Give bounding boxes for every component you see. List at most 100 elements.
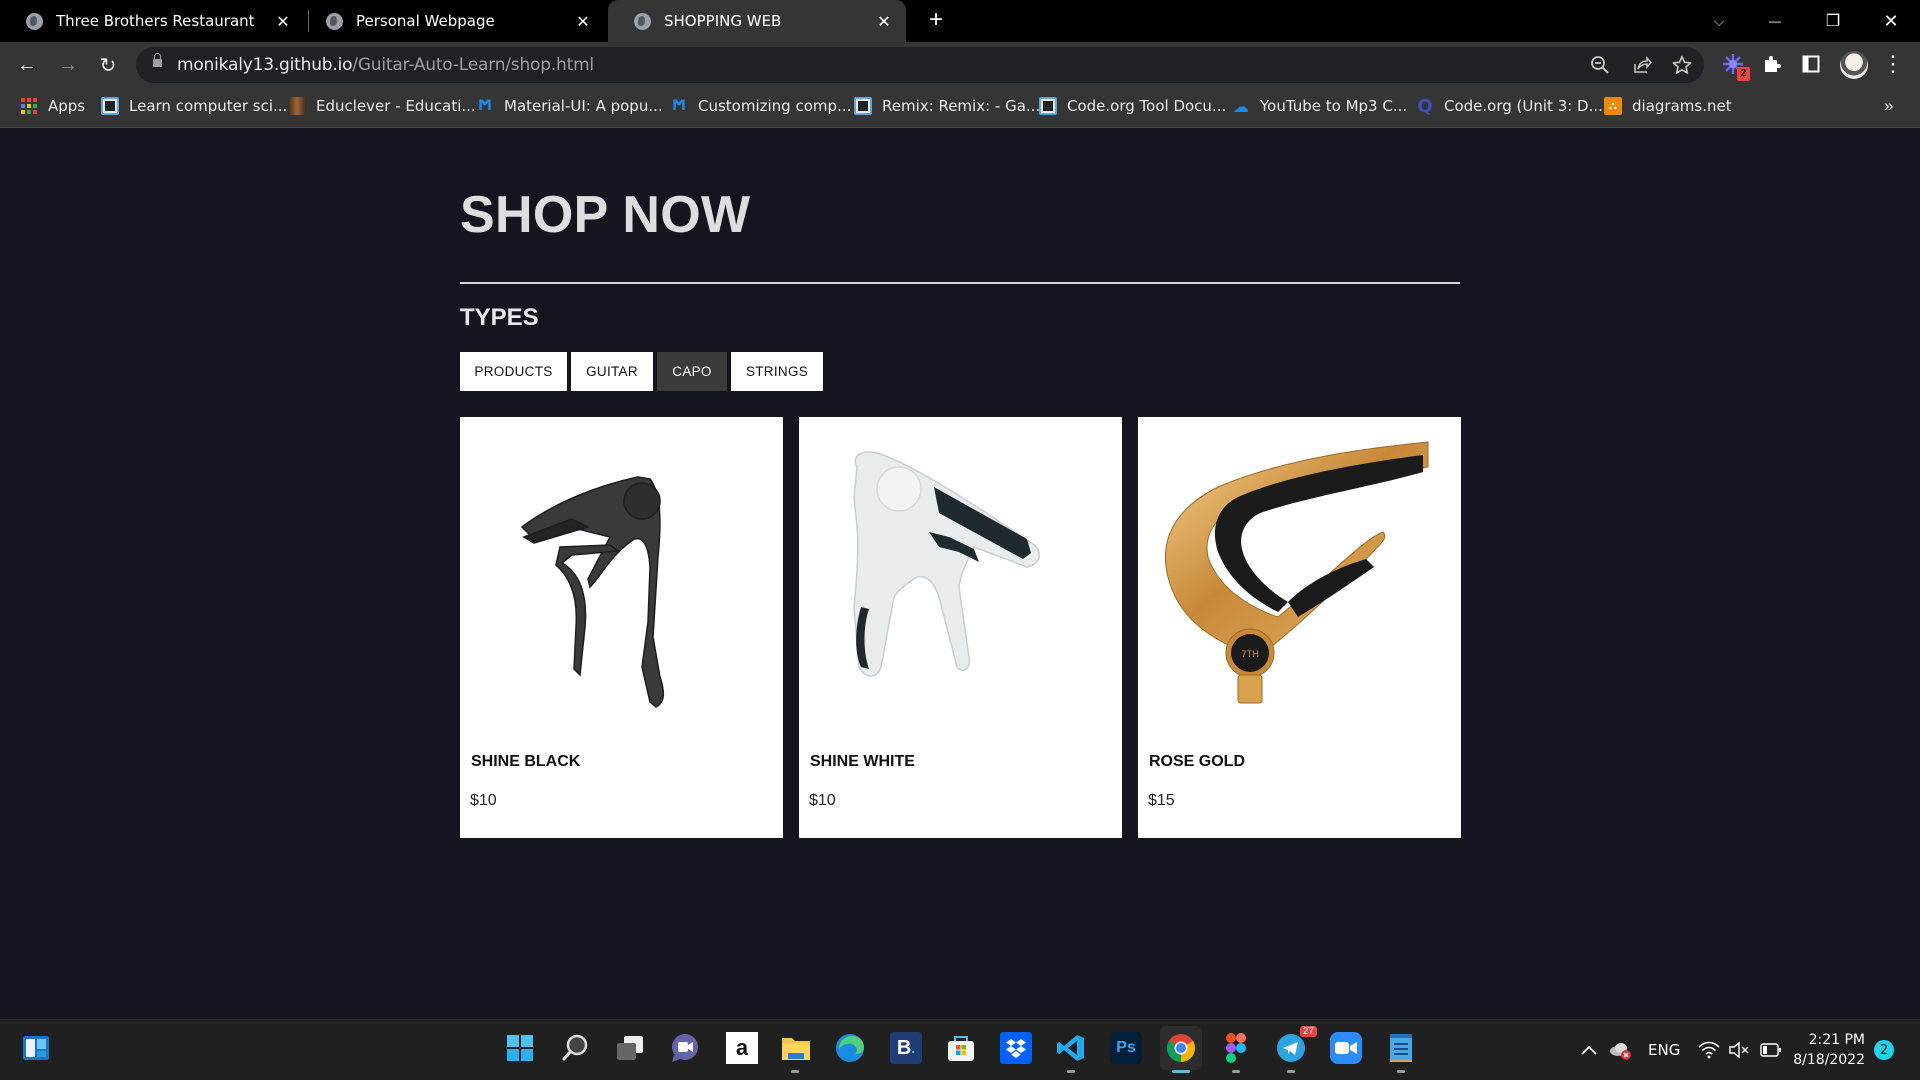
bookmark-label: Code.org Tool Docu... — [1067, 97, 1227, 115]
volume-muted-icon[interactable] — [1728, 1020, 1750, 1080]
tab-strip: Three Brothers Restaurant ✕ Personal Web… — [0, 0, 1920, 42]
tab-title: Three Brothers Restaurant — [56, 12, 255, 30]
bookmark-label: YouTube to Mp3 C... — [1260, 97, 1408, 115]
file-explorer-icon[interactable] — [780, 1032, 812, 1064]
product-price: $10 — [809, 792, 836, 809]
close-tab-icon[interactable]: ✕ — [573, 12, 593, 31]
active-app-indicator — [1172, 1070, 1190, 1073]
lock-icon[interactable] — [153, 53, 162, 67]
restore-button[interactable]: ❐ — [1810, 0, 1856, 42]
close-window-button[interactable]: ✕ — [1868, 0, 1914, 42]
tab-title: SHOPPING WEB — [664, 12, 782, 30]
globe-icon — [26, 12, 43, 30]
black-capo-image — [520, 476, 665, 708]
close-tab-icon[interactable]: ✕ — [273, 12, 293, 31]
bookmark-apps[interactable]: Apps — [20, 88, 85, 124]
url-host: monikaly13.github.io — [177, 55, 353, 75]
back-button[interactable]: ← — [13, 51, 41, 79]
tab-search-chevron-icon[interactable]: ⌵ — [1696, 0, 1742, 42]
tab-three-brothers-restaurant[interactable]: Three Brothers Restaurant ✕ — [0, 0, 305, 42]
extensions-puzzle-icon[interactable] — [1759, 51, 1785, 77]
wifi-icon[interactable] — [1698, 1020, 1720, 1080]
chrome-menu-icon[interactable]: ⋮ — [1880, 51, 1906, 77]
bookmark-learn-computer-science[interactable]: Learn computer sci... — [101, 88, 287, 124]
filter-capo-button[interactable]: CAPO — [657, 352, 727, 391]
start-windows-icon[interactable] — [504, 1032, 536, 1064]
tab-personal-webpage[interactable]: Personal Webpage ✕ — [300, 0, 605, 42]
zoom-app-icon[interactable] — [1330, 1032, 1362, 1064]
clock-time: 2:21 PM — [1808, 1032, 1865, 1048]
edge-icon[interactable] — [834, 1032, 866, 1064]
photoshop-icon[interactable]: Ps — [1110, 1032, 1142, 1064]
teams-chat-icon[interactable] — [669, 1032, 701, 1064]
running-indicator — [1232, 1070, 1240, 1073]
notepad-icon[interactable] — [1385, 1032, 1417, 1064]
onedrive-error-icon[interactable] — [1609, 1020, 1633, 1080]
vscode-icon[interactable] — [1055, 1032, 1087, 1064]
forward-button[interactable]: → — [54, 51, 82, 79]
code-org-icon — [854, 97, 872, 115]
bookmark-youtube-to-mp3[interactable]: ☁ YouTube to Mp3 C... — [1232, 88, 1407, 124]
product-name: ROSE GOLD — [1149, 753, 1246, 770]
bookmark-diagrams-net[interactable]: ⛬ diagrams.net — [1604, 88, 1732, 124]
telegram-icon[interactable]: 27 — [1275, 1026, 1317, 1064]
tab-shopping-web[interactable]: SHOPPING WEB ✕ — [608, 0, 906, 42]
zoom-out-icon[interactable] — [1588, 53, 1612, 77]
educlever-icon — [288, 97, 306, 115]
show-hidden-icons-button[interactable] — [1580, 1020, 1598, 1080]
figma-icon[interactable] — [1220, 1032, 1252, 1064]
task-view-icon[interactable] — [614, 1032, 646, 1064]
bookmark-remix[interactable]: Remix: Remix: - Ga... — [854, 88, 1040, 124]
product-card[interactable]: SHINE BLACK $10 — [460, 417, 783, 838]
bookmark-star-icon[interactable] — [1670, 53, 1694, 77]
bookmark-code-org-tool-docs[interactable]: Code.org Tool Docu... — [1039, 88, 1226, 124]
search-icon[interactable] — [559, 1032, 591, 1064]
battery-icon[interactable] — [1760, 1020, 1782, 1080]
share-icon[interactable] — [1630, 53, 1654, 77]
bookmark-label: Apps — [48, 97, 86, 115]
product-card[interactable]: 7TH ROSE GOLD $15 — [1138, 417, 1461, 838]
mui-icon: Ϻ — [478, 98, 492, 114]
product-price: $10 — [470, 792, 497, 809]
filter-products-button[interactable]: PRODUCTS — [460, 352, 567, 391]
product-name: SHINE BLACK — [471, 753, 581, 770]
notification-center-badge[interactable]: 2 — [1874, 1040, 1894, 1060]
globe-icon — [634, 12, 651, 30]
bookmarks-bar: Apps Learn computer sci... Educlever - E… — [0, 88, 1920, 128]
microsoft-store-icon[interactable] — [945, 1032, 977, 1064]
widgets-icon[interactable] — [20, 1032, 52, 1064]
product-card[interactable]: SHINE WHITE $10 — [799, 417, 1122, 838]
extension-sparkle-icon[interactable]: 2 — [1720, 51, 1750, 81]
quizlet-icon: Q — [1417, 95, 1433, 117]
profile-avatar[interactable] — [1840, 51, 1868, 79]
system-clock[interactable]: 2:21 PM 8/18/2022 — [1793, 1030, 1865, 1070]
filter-strings-button[interactable]: STRINGS — [731, 352, 823, 391]
running-indicator — [791, 1070, 799, 1073]
new-tab-button[interactable]: + — [923, 8, 949, 34]
address-bar[interactable]: monikaly13.github.io/Guitar-Auto-Learn/s… — [136, 47, 1704, 83]
booking-icon[interactable]: B. — [890, 1032, 922, 1064]
bookmarks-overflow-button[interactable]: » — [1884, 88, 1893, 124]
product-name: SHINE WHITE — [810, 753, 915, 770]
bookmark-educlever[interactable]: Educlever - Educati... — [288, 88, 476, 124]
dropbox-icon[interactable] — [1000, 1032, 1032, 1064]
language-indicator[interactable]: ENG — [1648, 1020, 1680, 1080]
product-price: $15 — [1148, 792, 1175, 809]
bookmark-code-org-unit-3[interactable]: Q Code.org (Unit 3: D... — [1416, 88, 1603, 124]
filter-guitar-button[interactable]: GUITAR — [571, 352, 653, 391]
running-indicator — [1067, 1070, 1075, 1073]
windows-taskbar: a B. Ps 27 ENG 2:21 PM 8/18/2022 2 — [0, 1019, 1920, 1080]
side-panel-icon[interactable] — [1798, 51, 1824, 77]
bookmark-customizing-components[interactable]: Ϻ Customizing comp... — [670, 88, 851, 124]
minimize-button[interactable]: — — [1752, 0, 1798, 42]
url-text[interactable]: monikaly13.github.io/Guitar-Auto-Learn/s… — [177, 55, 594, 75]
bookmark-material-ui[interactable]: Ϻ Material-UI: A popu... — [476, 88, 663, 124]
bookmark-label: diagrams.net — [1632, 97, 1732, 115]
reload-button[interactable]: ↻ — [94, 51, 122, 79]
type-filter-bar: PRODUCTS GUITAR CAPO STRINGS — [460, 352, 823, 391]
chrome-icon[interactable] — [1160, 1026, 1202, 1070]
apps-grid-icon — [20, 97, 38, 115]
close-tab-icon[interactable]: ✕ — [874, 12, 894, 31]
running-indicator — [1397, 1070, 1405, 1073]
amazon-icon[interactable]: a — [726, 1032, 758, 1064]
